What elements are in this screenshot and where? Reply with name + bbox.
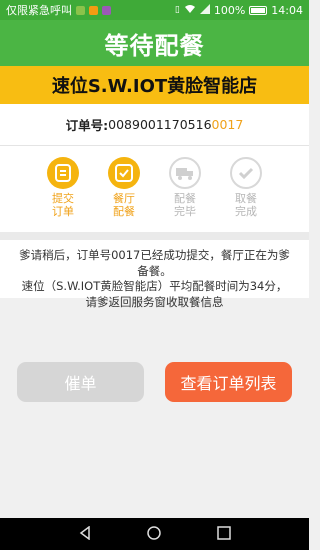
step-prepared: 配餐 完毕: [168, 157, 202, 232]
wifi-icon: [184, 4, 196, 17]
app-green-icon: [76, 5, 85, 15]
truck-icon: [169, 157, 201, 189]
recents-icon[interactable]: [217, 525, 231, 544]
order-number-label: 订单号:: [65, 118, 109, 133]
vibrate-icon: ▯: [174, 5, 180, 15]
status-left: 仅限紧急呼叫: [6, 2, 111, 18]
system-nav-bar: [0, 518, 309, 550]
divider: [0, 232, 309, 240]
check-icon: [230, 157, 262, 189]
order-number-main: 0089001170516: [108, 117, 212, 132]
progress-steps: 提交 订单 餐厅 配餐 配餐 完毕 取餐 完成: [0, 146, 309, 232]
list-icon: [47, 157, 79, 189]
app-orange-icon: [89, 5, 98, 15]
store-name: 速位S.W.IOT黄脸智能店: [0, 66, 309, 104]
page-title: 等待配餐: [0, 20, 309, 66]
step-pickup-complete: 取餐 完成: [229, 157, 263, 232]
app-purple-icon: [102, 5, 111, 15]
view-order-list-button[interactable]: 查看订单列表: [165, 362, 292, 402]
clock: 14:04: [271, 3, 303, 17]
back-icon[interactable]: [78, 525, 92, 544]
step-submit-order: 提交 订单: [46, 157, 80, 232]
step-label: 取餐 完成: [235, 192, 257, 218]
status-right: ▯ 100% 14:04: [174, 3, 303, 17]
battery-percent: 100%: [213, 3, 246, 17]
home-icon[interactable]: [147, 525, 162, 544]
order-number-row: 订单号: 0089001170516 0017: [0, 104, 309, 146]
signal-icon: [199, 3, 210, 17]
step-label: 餐厅 配餐: [113, 192, 135, 218]
step-label: 提交 订单: [52, 192, 74, 218]
carrier-text: 仅限紧急呼叫: [6, 4, 72, 17]
urge-order-button[interactable]: 催单: [17, 362, 144, 402]
status-bar: 仅限紧急呼叫 ▯ 100% 14:04: [0, 0, 309, 20]
order-number-highlight: 0017: [211, 117, 244, 132]
step-restaurant-preparing: 餐厅 配餐: [107, 157, 141, 232]
check-icon: [108, 157, 140, 189]
battery-icon: [249, 5, 268, 15]
step-label: 配餐 完毕: [174, 192, 196, 218]
status-message: 爹请稍后，订单号0017已经成功提交，餐厅正在为爹 备餐。 速位（S.W.IOT…: [19, 248, 290, 309]
